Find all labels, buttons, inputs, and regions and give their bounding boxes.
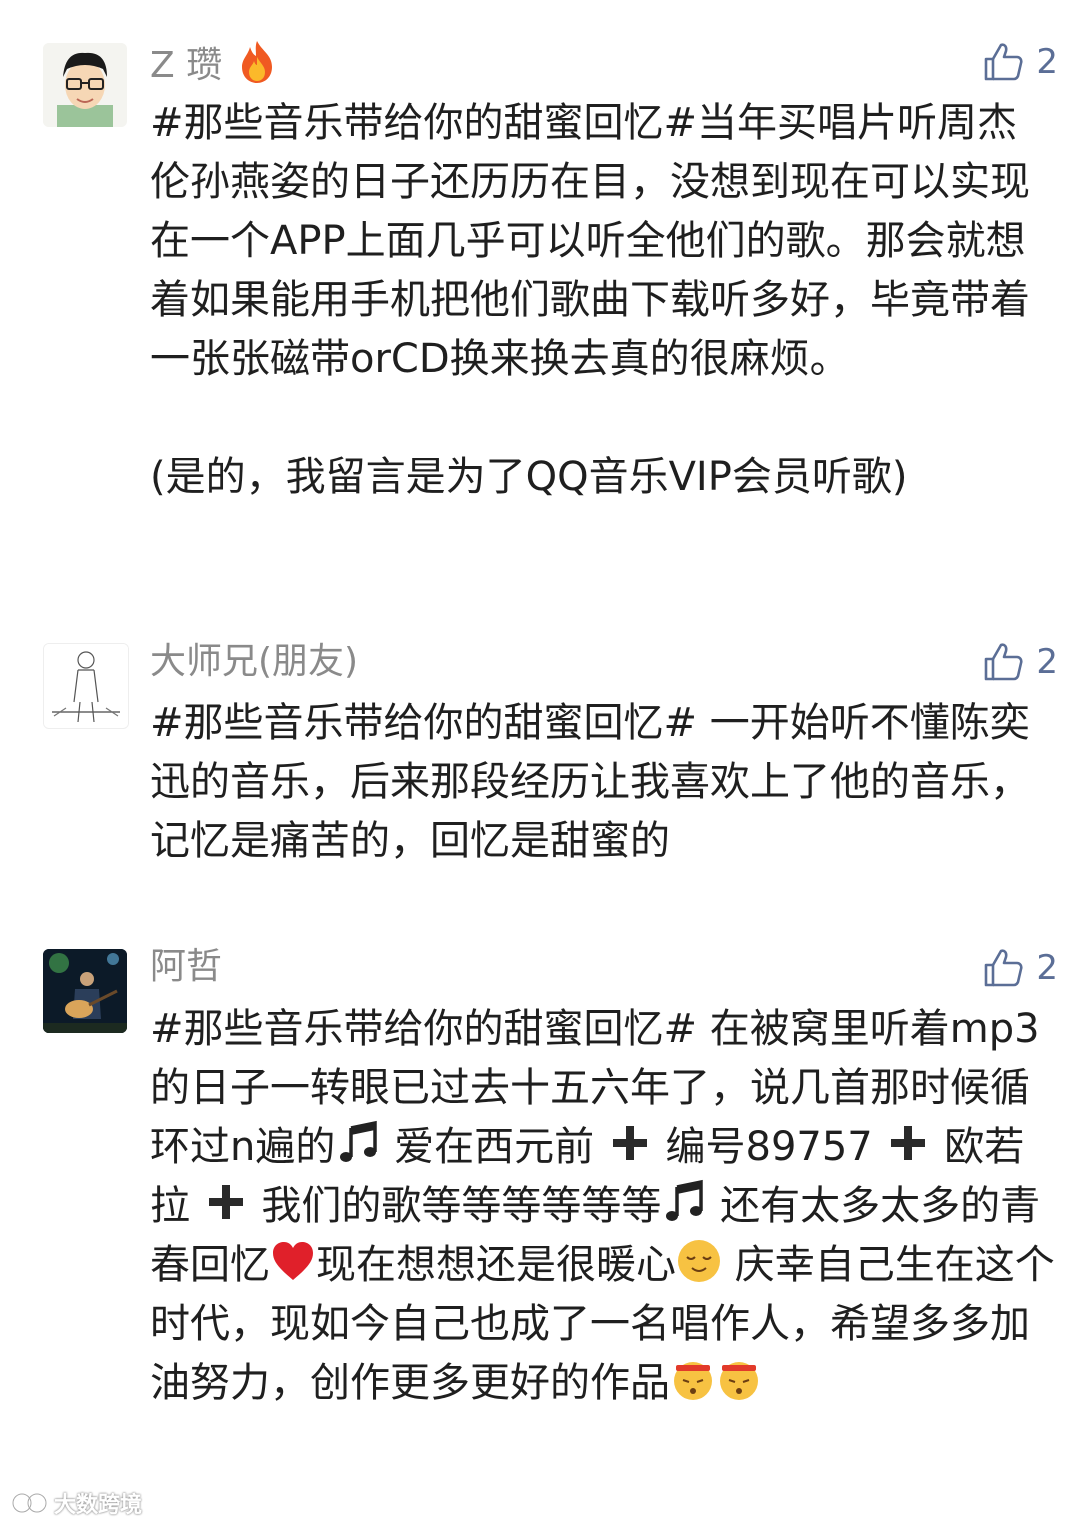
avatar-sketch-figure bbox=[44, 644, 128, 728]
comment-paragraph: (是的，我留言是为了QQ音乐VIP会员听歌) bbox=[150, 454, 908, 500]
comment-text: #那些音乐带给你的甜蜜回忆#当年买唱片听周杰伦孙燕姿的日子还历历在目，没想到现在… bbox=[150, 94, 1055, 507]
comment-paragraph: #那些音乐带给你的甜蜜回忆#当年买唱片听周杰伦孙燕姿的日子还历历在目，没想到现在… bbox=[150, 100, 1030, 382]
text-segment: 爱在西元前 bbox=[381, 1124, 607, 1170]
avatar-guitar-player bbox=[43, 949, 127, 1033]
music-note-icon bbox=[666, 1179, 704, 1221]
plus-icon bbox=[208, 1185, 243, 1219]
red-heart-icon bbox=[273, 1242, 313, 1280]
thumbs-up-icon bbox=[985, 43, 1023, 81]
music-note-icon bbox=[340, 1120, 378, 1162]
like-button[interactable]: 2 bbox=[982, 640, 1058, 684]
thumbs-up-icon bbox=[985, 949, 1023, 987]
comment-text: #那些音乐带给你的甜蜜回忆# 一开始听不懂陈奕迅的音乐，后来那段经历让我喜欢上了… bbox=[150, 694, 1055, 871]
thumbs-up-icon bbox=[985, 643, 1023, 681]
watermark-logo-icon bbox=[11, 1492, 48, 1514]
author-name: Z 瓒 bbox=[150, 45, 223, 86]
fire-icon bbox=[241, 41, 272, 83]
text-segment: 现在想想还是很暖心 bbox=[316, 1242, 676, 1288]
comment-paragraph: #那些音乐带给你的甜蜜回忆# 在被窝里听着mp3的日子一转眼已过去十五六年了，说… bbox=[150, 1000, 1055, 1413]
watermark: 大数跨境 bbox=[10, 1487, 142, 1519]
text-segment: 我们的歌等等等等等等 bbox=[248, 1183, 662, 1229]
comment-author[interactable]: 大师兄(朋友) bbox=[150, 640, 358, 684]
determined-face-icon bbox=[674, 1362, 712, 1400]
like-button[interactable]: 2 bbox=[982, 40, 1058, 84]
like-count: 2 bbox=[1036, 642, 1058, 682]
plus-icon bbox=[891, 1126, 926, 1160]
comment-text: #那些音乐带给你的甜蜜回忆# 在被窝里听着mp3的日子一转眼已过去十五六年了，说… bbox=[150, 1000, 1055, 1413]
text-segment: 编号89757 bbox=[652, 1124, 886, 1170]
avatar[interactable] bbox=[43, 643, 129, 729]
comment-author[interactable]: 阿哲 bbox=[150, 945, 222, 989]
avatar-cartoon-glasses-man bbox=[43, 43, 127, 127]
like-count: 2 bbox=[1036, 42, 1058, 82]
determined-face-icon bbox=[720, 1362, 758, 1400]
relieved-face-icon bbox=[678, 1240, 720, 1282]
watermark-text: 大数跨境 bbox=[54, 1493, 143, 1518]
comment-author[interactable]: Z 瓒 bbox=[150, 39, 280, 88]
avatar[interactable] bbox=[43, 949, 127, 1033]
avatar[interactable] bbox=[43, 43, 127, 127]
like-button[interactable]: 2 bbox=[982, 946, 1058, 990]
plus-icon bbox=[612, 1126, 647, 1160]
comment-paragraph: #那些音乐带给你的甜蜜回忆# 一开始听不懂陈奕迅的音乐，后来那段经历让我喜欢上了… bbox=[150, 700, 1030, 864]
like-count: 2 bbox=[1036, 948, 1058, 988]
